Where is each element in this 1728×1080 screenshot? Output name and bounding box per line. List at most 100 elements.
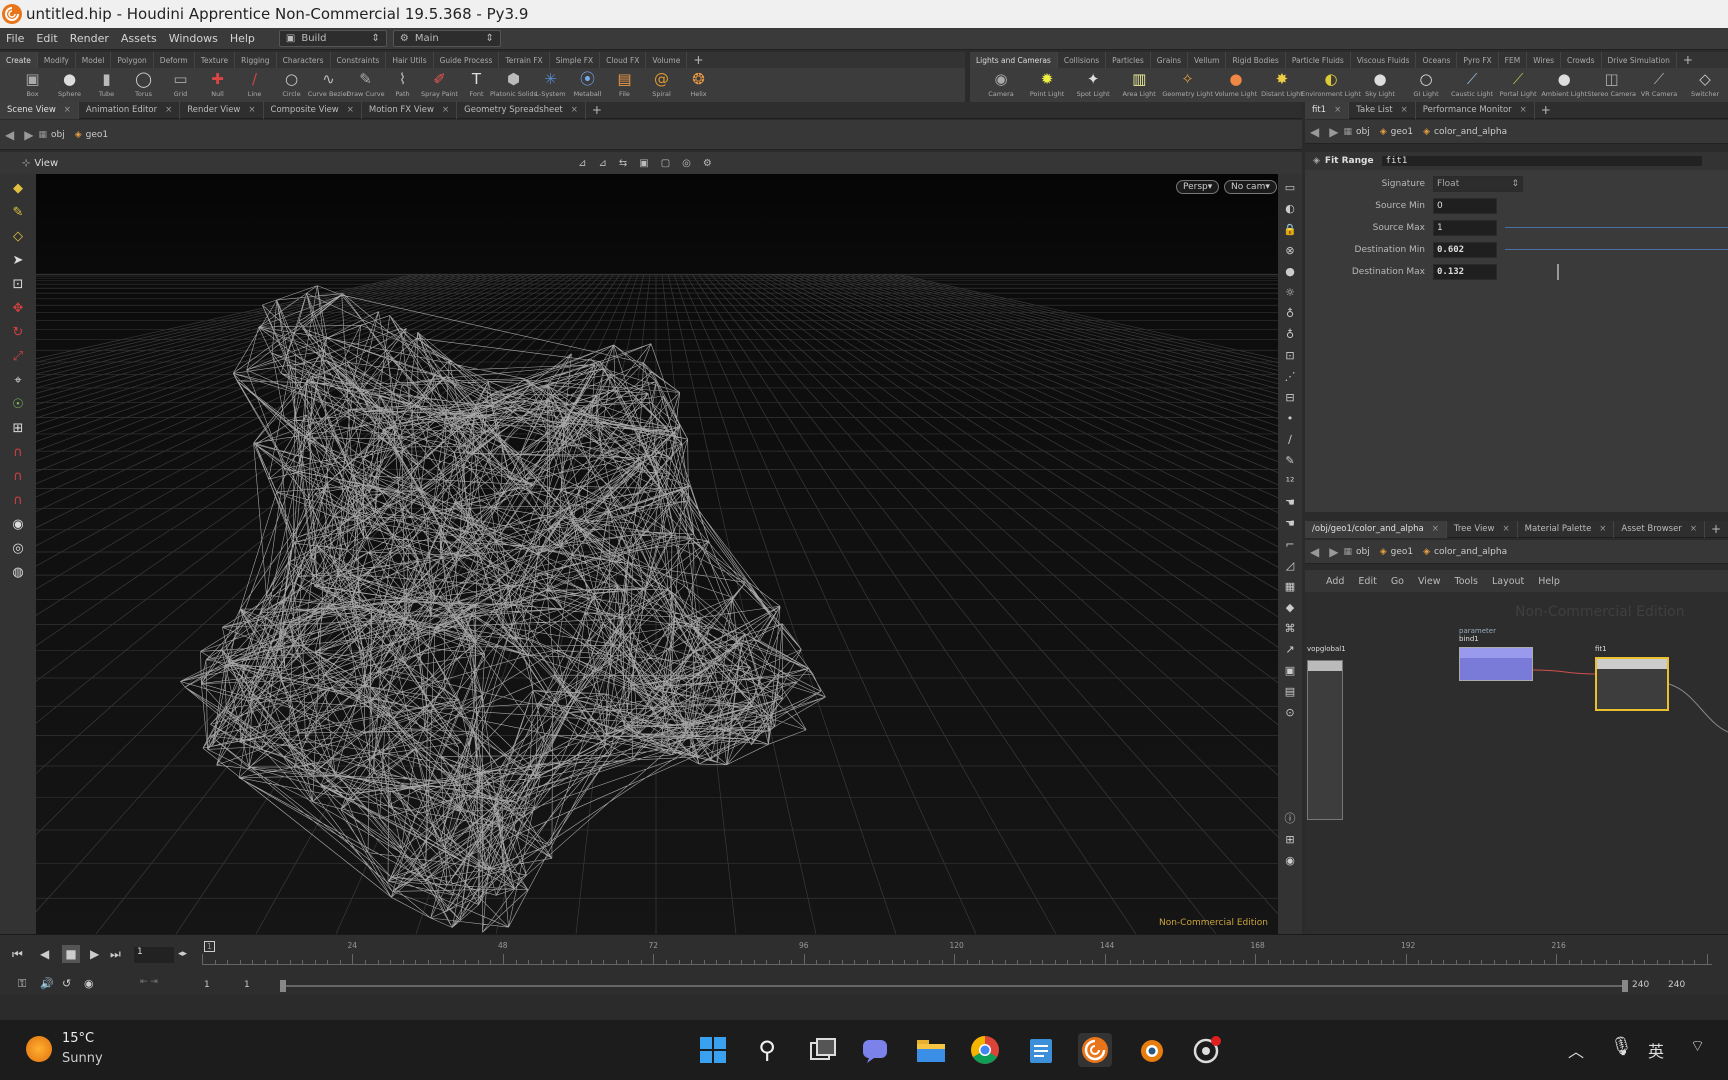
back-icon[interactable]: ◀	[5, 128, 14, 142]
view-tool-icon[interactable]: ☉	[8, 394, 28, 414]
paint-tool-icon[interactable]: ◇	[8, 226, 28, 246]
network-menu-0[interactable]: Add	[1319, 576, 1351, 587]
shelf-tab-1[interactable]: Modify	[38, 52, 76, 68]
shelf-tab-8[interactable]: Constraints	[331, 52, 387, 68]
move-tool-icon[interactable]: ✥	[8, 298, 28, 318]
add-tab-icon[interactable]: +	[1705, 522, 1727, 536]
bulb-icon[interactable]: ♁	[1282, 305, 1298, 321]
add-tab-icon[interactable]: +	[687, 53, 709, 67]
audio-icon[interactable]: 🔊	[40, 977, 54, 990]
close-tab-icon[interactable]: ×	[1432, 524, 1439, 534]
key-options-icon[interactable]: ⚿	[18, 977, 26, 991]
pen-icon[interactable]: ✎	[1282, 452, 1298, 468]
pane-tab-2[interactable]: Render View ×	[180, 101, 264, 119]
scene-viewport[interactable]: Persp ▾ No cam ▾ Non-Commercial Edition	[36, 174, 1278, 934]
range-start[interactable]: 1	[204, 980, 210, 990]
path-node[interactable]: ◈ color_and_alpha	[1423, 547, 1507, 557]
close-tab-icon[interactable]: ×	[1503, 524, 1510, 534]
range-end[interactable]: 240	[1632, 980, 1649, 990]
first-frame-icon[interactable]: ⏮	[12, 947, 23, 962]
shelf-tab-4[interactable]: Deform	[154, 52, 195, 68]
network-menu-6[interactable]: Help	[1531, 576, 1567, 587]
shelf-tool-left-2[interactable]: ▮ Tube	[88, 68, 125, 98]
shelf-tool-right-11[interactable]: ⟋ Portal Light	[1495, 68, 1541, 98]
network-menu-1[interactable]: Edit	[1351, 576, 1383, 587]
shelf-tab-12[interactable]: Simple FX	[550, 52, 601, 68]
path-geo[interactable]: ◈ geo1	[75, 130, 108, 140]
shelf-tool-right-9[interactable]: ○ GI Light	[1403, 68, 1449, 98]
dest-max-slider[interactable]	[1505, 271, 1728, 272]
pane-tab-3[interactable]: Composite View ×	[264, 101, 362, 119]
path-geo[interactable]: ◈ geo1	[1380, 547, 1413, 557]
shelf-tab-10[interactable]: Guide Process	[434, 52, 500, 68]
pivot-tool-icon[interactable]: ⌖	[8, 370, 28, 390]
desktop-dropdown[interactable]: ▣ Build ⇕	[278, 30, 387, 47]
points-icon[interactable]: ⋰	[1282, 368, 1298, 384]
node-name-field[interactable]: fit1	[1381, 156, 1702, 166]
network-editor[interactable]: Non-Commercial Edition vopglobal1 parame…	[1305, 592, 1728, 934]
shelf-tool-left-15[interactable]: ⦿ Metaball	[569, 68, 606, 98]
close-tab-icon[interactable]: ×	[1334, 105, 1341, 115]
shelf-tool-left-7[interactable]: ○ Circle	[273, 68, 310, 98]
forward-icon[interactable]: ▶	[24, 128, 33, 142]
visibility-icon[interactable]: ◉	[8, 514, 28, 534]
menu-help[interactable]: Help	[224, 32, 261, 45]
range-handle-start[interactable]	[280, 980, 286, 992]
shelf-tool-left-9[interactable]: ✎ Draw Curve	[346, 68, 384, 98]
source-min-slider[interactable]	[1505, 205, 1728, 206]
number-icon[interactable]: ¹²	[1282, 473, 1298, 489]
path-node[interactable]: ◈ color_and_alpha	[1423, 127, 1507, 137]
persp-menu[interactable]: Persp ▾	[1176, 180, 1220, 194]
display-icon[interactable]: ▭	[1282, 179, 1298, 195]
shelf-tab-9[interactable]: Hair Utils	[386, 52, 434, 68]
corner-icon[interactable]: ⌐	[1282, 536, 1298, 552]
shelf-tab-right-13[interactable]: Drive Simulation	[1602, 52, 1677, 68]
source-max-field[interactable]: 1	[1433, 220, 1497, 236]
range-end-2[interactable]: 240	[1668, 980, 1685, 990]
shelf-tool-left-18[interactable]: ❂ Helix	[680, 68, 717, 98]
context-dropdown[interactable]: ⚙ Main ⇕	[392, 30, 501, 47]
shelf-tool-right-15[interactable]: ◇ Switcher	[1682, 68, 1728, 98]
close-tab-icon[interactable]: ×	[347, 105, 354, 115]
app-icon-with-badge[interactable]	[1190, 1033, 1224, 1067]
source-min-field[interactable]: 0	[1433, 198, 1497, 214]
eye-icon[interactable]: ◉	[1282, 852, 1298, 868]
close-tab-icon[interactable]: ×	[1401, 105, 1408, 115]
menu-file[interactable]: File	[0, 32, 30, 45]
path-obj[interactable]: ▦ obj	[38, 130, 64, 140]
shelf-tool-left-14[interactable]: ✳ L-System	[532, 68, 569, 98]
shelf-tool-left-3[interactable]: ◯ Torus	[125, 68, 162, 98]
shelf-tab-right-3[interactable]: Grains	[1151, 52, 1189, 68]
range-start-2[interactable]: 1	[244, 980, 250, 990]
range-handle-end[interactable]	[1622, 980, 1628, 992]
dot-icon[interactable]: •	[1282, 410, 1298, 426]
diamond-icon[interactable]: ◆	[1282, 599, 1298, 615]
add-tab-icon[interactable]: +	[1677, 53, 1699, 67]
shelf-tab-14[interactable]: Volume	[646, 52, 688, 68]
pose-tool-icon[interactable]: ✎	[8, 202, 28, 222]
play-icon[interactable]: ▶	[90, 947, 99, 961]
shelf-tool-left-6[interactable]: ∕ Line	[236, 68, 273, 98]
network-tab-0[interactable]: /obj/geo1/color_and_alpha ×	[1305, 520, 1447, 538]
pin-icon[interactable]: ⊙	[1282, 704, 1298, 720]
back-icon[interactable]: ◀	[1310, 545, 1319, 559]
shelf-tool-left-1[interactable]: ● Sphere	[51, 68, 88, 98]
path-geo[interactable]: ◈ geo1	[1380, 127, 1413, 137]
add-tab-icon[interactable]: +	[1535, 103, 1557, 117]
shelf-tab-0[interactable]: Create	[0, 52, 38, 68]
bulb2-icon[interactable]: ♁	[1282, 326, 1298, 342]
network-tab-3[interactable]: Asset Browser ×	[1614, 520, 1705, 538]
pane-tab-4[interactable]: Motion FX View ×	[362, 101, 458, 119]
shelf-tool-left-10[interactable]: ⌇ Path	[384, 68, 421, 98]
ime-indicator[interactable]: 英	[1648, 1038, 1664, 1062]
dest-min-slider[interactable]	[1505, 249, 1728, 250]
shelf-tool-right-6[interactable]: ✸ Distant Light	[1259, 68, 1305, 98]
shelf-tab-right-7[interactable]: Viscous Fluids	[1351, 52, 1417, 68]
param-tab-2[interactable]: Performance Monitor ×	[1416, 101, 1535, 119]
shelf-tool-left-11[interactable]: ✐ Spray Paint	[421, 68, 458, 98]
dest-max-field[interactable]: 0.132	[1433, 264, 1497, 280]
chrome-icon[interactable]	[968, 1033, 1002, 1067]
display-options-icons[interactable]: ⊿⊿⇆▣▢◎⚙	[578, 158, 724, 169]
houdini-taskbar-icon[interactable]	[1078, 1033, 1112, 1067]
shelf-tool-right-4[interactable]: ✧ Geometry Light	[1162, 68, 1213, 98]
